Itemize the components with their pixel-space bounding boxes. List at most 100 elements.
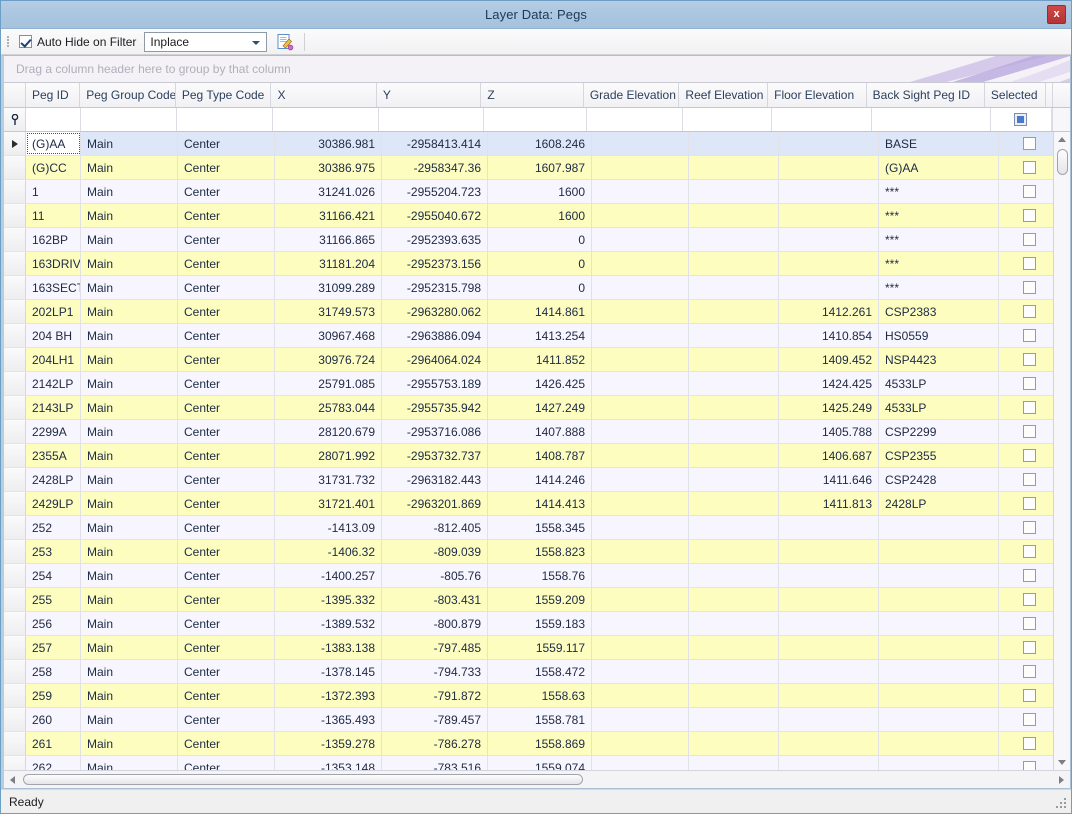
table-row[interactable]: 11MainCenter31166.421-2955040.6721600*** [4,204,1053,228]
vertical-scrollbar[interactable] [1053,132,1070,770]
row-indicator-cell[interactable] [4,300,26,323]
cell-selected[interactable] [999,204,1053,227]
cell-x[interactable]: -1372.393 [275,684,382,707]
cell-selected[interactable] [999,156,1053,179]
row-selected-checkbox-icon[interactable] [1023,209,1036,222]
cell-peg-id[interactable]: 259 [26,684,81,707]
cell-peg-group-code[interactable]: Main [81,444,178,467]
table-row[interactable]: 163DRIVEMainCenter31181.204-2952373.1560… [4,252,1053,276]
cell-grade-elevation[interactable] [592,276,689,299]
cell-floor-elevation[interactable] [779,516,879,539]
scroll-up-button[interactable] [1054,132,1070,147]
cell-back-sight-peg-id[interactable]: *** [879,252,999,275]
row-indicator-cell[interactable] [4,132,26,155]
cell-reef-elevation[interactable] [689,396,779,419]
cell-grade-elevation[interactable] [592,612,689,635]
table-row[interactable]: 2143LPMainCenter25783.044-2955735.942142… [4,396,1053,420]
column-header-y[interactable]: Y [377,83,481,107]
cell-grade-elevation[interactable] [592,228,689,251]
cell-floor-elevation[interactable] [779,204,879,227]
cell-peg-group-code[interactable]: Main [81,756,178,770]
cell-z[interactable]: 1558.472 [488,660,592,683]
cell-grade-elevation[interactable] [592,492,689,515]
cell-peg-group-code[interactable]: Main [81,636,178,659]
cell-peg-type-code[interactable]: Center [178,732,275,755]
cell-grade-elevation[interactable] [592,324,689,347]
cell-back-sight-peg-id[interactable] [879,612,999,635]
cell-back-sight-peg-id[interactable]: *** [879,228,999,251]
table-row[interactable]: 254MainCenter-1400.257-805.761558.76 [4,564,1053,588]
cell-x[interactable]: -1395.332 [275,588,382,611]
row-selected-checkbox-icon[interactable] [1023,617,1036,630]
table-row[interactable]: (G)CCMainCenter30386.975-2958347.361607.… [4,156,1053,180]
table-row[interactable]: 2428LPMainCenter31731.732-2963182.443141… [4,468,1053,492]
cell-grade-elevation[interactable] [592,396,689,419]
cell-x[interactable]: 30386.981 [275,132,382,155]
cell-reef-elevation[interactable] [689,132,779,155]
cell-peg-type-code[interactable]: Center [178,132,275,155]
cell-peg-group-code[interactable]: Main [81,612,178,635]
cell-selected[interactable] [999,492,1053,515]
cell-back-sight-peg-id[interactable] [879,756,999,770]
cell-reef-elevation[interactable] [689,372,779,395]
row-selected-checkbox-icon[interactable] [1023,545,1036,558]
cell-back-sight-peg-id[interactable]: CSP2355 [879,444,999,467]
filter-cell-y[interactable] [379,108,484,131]
row-selected-checkbox-icon[interactable] [1023,497,1036,510]
cell-peg-group-code[interactable]: Main [81,180,178,203]
cell-z[interactable]: 1414.246 [488,468,592,491]
cell-back-sight-peg-id[interactable]: CSP2299 [879,420,999,443]
cell-selected[interactable] [999,564,1053,587]
filter-selected-checkbox-icon[interactable] [1014,113,1027,126]
cell-floor-elevation[interactable]: 1425.249 [779,396,879,419]
cell-reef-elevation[interactable] [689,588,779,611]
cell-grade-elevation[interactable] [592,684,689,707]
cell-reef-elevation[interactable] [689,684,779,707]
cell-grade-elevation[interactable] [592,516,689,539]
table-row[interactable]: 202LP1MainCenter31749.573-2963280.062141… [4,300,1053,324]
cell-selected[interactable] [999,468,1053,491]
cell-peg-id[interactable]: (G)CC [26,156,81,179]
horizontal-scroll-thumb[interactable] [23,774,583,785]
cell-peg-id[interactable]: 258 [26,660,81,683]
row-selected-checkbox-icon[interactable] [1023,329,1036,342]
cell-x[interactable]: 31181.204 [275,252,382,275]
row-indicator-cell[interactable] [4,564,26,587]
cell-floor-elevation[interactable]: 1424.425 [779,372,879,395]
cell-y[interactable]: -2958413.414 [382,132,488,155]
row-indicator-cell[interactable] [4,324,26,347]
cell-back-sight-peg-id[interactable] [879,732,999,755]
filter-cell-grade-elevation[interactable] [587,108,683,131]
cell-selected[interactable] [999,732,1053,755]
cell-x[interactable]: 25791.085 [275,372,382,395]
filter-cell-floor-elevation[interactable] [772,108,871,131]
scroll-left-button[interactable] [4,771,21,788]
cell-selected[interactable] [999,348,1053,371]
row-indicator-cell[interactable] [4,444,26,467]
cell-x[interactable]: -1365.493 [275,708,382,731]
cell-grade-elevation[interactable] [592,372,689,395]
cell-back-sight-peg-id[interactable]: CSP2383 [879,300,999,323]
cell-peg-type-code[interactable]: Center [178,492,275,515]
cell-back-sight-peg-id[interactable]: 2428LP [879,492,999,515]
cell-x[interactable]: 31166.865 [275,228,382,251]
cell-floor-elevation[interactable] [779,732,879,755]
cell-peg-type-code[interactable]: Center [178,228,275,251]
filter-cell-x[interactable] [273,108,379,131]
row-selected-checkbox-icon[interactable] [1023,257,1036,270]
cell-floor-elevation[interactable] [779,612,879,635]
cell-peg-id[interactable]: 253 [26,540,81,563]
table-row[interactable]: 255MainCenter-1395.332-803.4311559.209 [4,588,1053,612]
cell-x[interactable]: -1383.138 [275,636,382,659]
table-row[interactable]: 163SECTMainCenter31099.289-2952315.7980*… [4,276,1053,300]
table-row[interactable]: 204LH1MainCenter30976.724-2964064.024141… [4,348,1053,372]
cell-reef-elevation[interactable] [689,636,779,659]
cell-y[interactable]: -2955204.723 [382,180,488,203]
cell-peg-id[interactable]: 162BP [26,228,81,251]
cell-floor-elevation[interactable] [779,180,879,203]
cell-peg-type-code[interactable]: Center [178,516,275,539]
cell-reef-elevation[interactable] [689,732,779,755]
cell-reef-elevation[interactable] [689,708,779,731]
column-header-floor-elevation[interactable]: Floor Elevation [768,83,867,107]
cell-y[interactable]: -805.76 [382,564,488,587]
